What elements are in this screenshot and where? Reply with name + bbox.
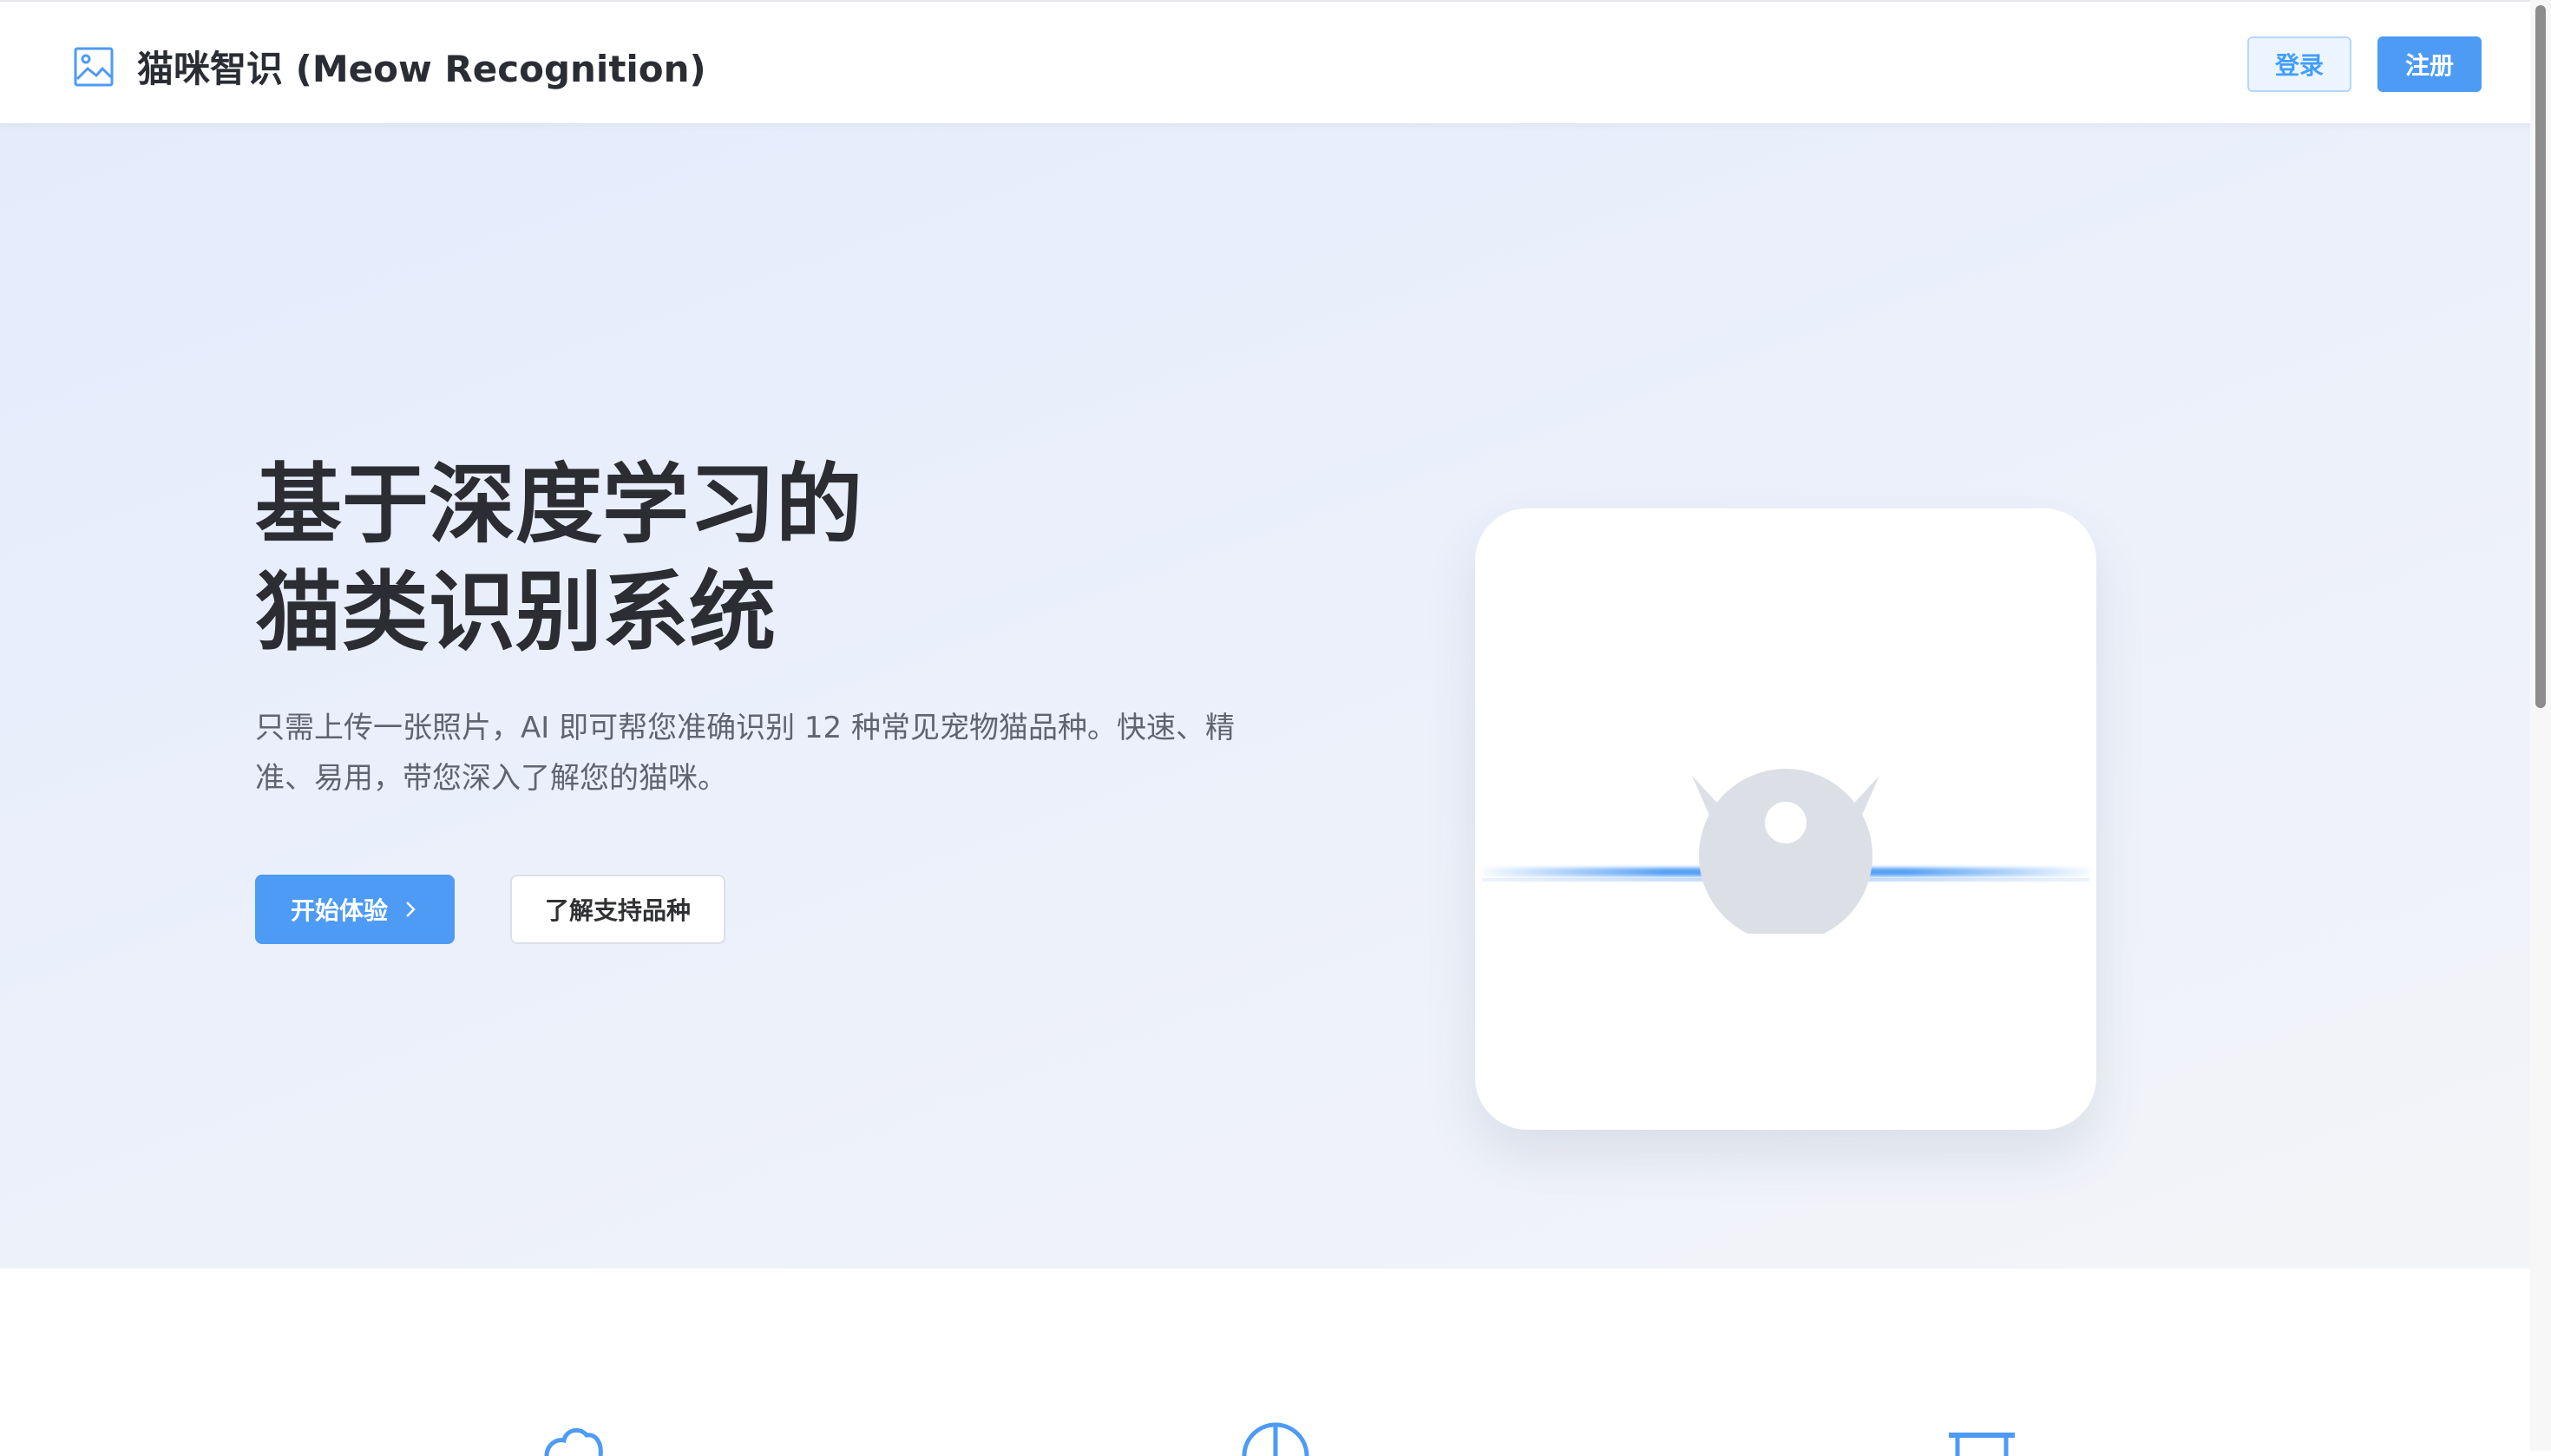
- scan-illustration-card: [1475, 508, 2096, 1130]
- hero-title: 基于深度学习的 猫类识别系统: [255, 451, 862, 666]
- scrollbar-thumb[interactable]: [2535, 5, 2546, 708]
- start-button-label: 开始体验: [290, 896, 388, 925]
- hero-title-line1: 基于深度学习的: [255, 454, 862, 555]
- login-button[interactable]: 登录: [2247, 36, 2351, 92]
- hero-section: 基于深度学习的 猫类识别系统 只需上传一张照片，AI 即可帮您准确识别 12 种…: [0, 123, 2530, 1269]
- pie-chart-icon: [1242, 1422, 1309, 1456]
- hero-title-line2: 猫类识别系统: [255, 561, 776, 663]
- hero-description: 只需上传一张照片，AI 即可帮您准确识别 12 种常见宠物猫品种。快速、精准、易…: [255, 711, 1235, 796]
- image-icon: [74, 47, 114, 86]
- upload-cloud-icon: [544, 1427, 603, 1456]
- top-nav: 猫咪智识 (Meow Recognition) 登录 注册: [0, 0, 2551, 123]
- chevron-right-icon: [406, 902, 416, 917]
- hourglass-icon: [1949, 1433, 2015, 1456]
- features-section: [0, 1269, 2530, 1456]
- cat-icon: [1692, 769, 1879, 934]
- page-scrollbar[interactable]: [2530, 0, 2551, 1451]
- register-button[interactable]: 注册: [2377, 36, 2482, 92]
- learn-breeds-button[interactable]: 了解支持品种: [510, 875, 725, 944]
- start-button[interactable]: 开始体验: [255, 875, 455, 944]
- brand[interactable]: 猫咪智识 (Meow Recognition): [73, 40, 706, 93]
- app-title: 猫咪智识 (Meow Recognition): [137, 48, 706, 90]
